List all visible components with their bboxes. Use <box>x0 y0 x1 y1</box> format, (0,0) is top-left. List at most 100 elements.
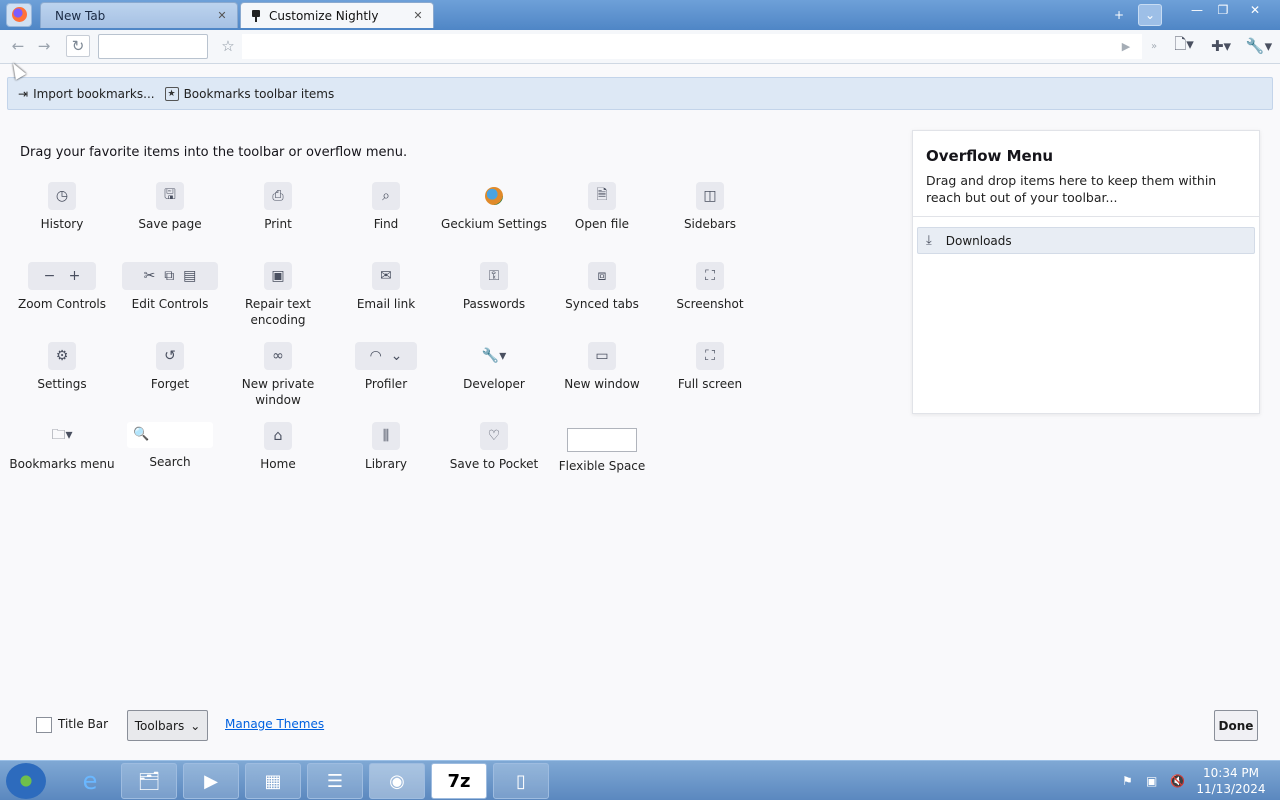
palette-item-open-file[interactable]: 🗎 Open file <box>548 182 656 232</box>
import-bookmarks-button[interactable]: ⇥ Import bookmarks... <box>18 87 155 101</box>
manage-themes-link[interactable]: Manage Themes <box>225 717 324 731</box>
app-icon[interactable]: ▯ <box>493 763 549 799</box>
go-button[interactable]: ▶ <box>1114 35 1138 57</box>
volume-muted-icon[interactable]: 🔇 <box>1170 774 1185 788</box>
palette-item-new-window[interactable]: ▭ New window <box>548 342 656 392</box>
back-button[interactable]: ← <box>6 35 30 57</box>
palette-item-save-to-pocket[interactable]: ♡ Save to Pocket <box>440 422 548 472</box>
internet-explorer-icon[interactable]: e <box>62 763 118 799</box>
restore-button[interactable]: ❐ <box>1210 0 1236 20</box>
item-label: Full screen <box>677 377 743 391</box>
network-icon[interactable]: ▣ <box>1146 774 1157 788</box>
search-input[interactable] <box>98 34 208 59</box>
item-label: Print <box>264 217 292 231</box>
toolbars-label: Toolbars <box>134 718 185 733</box>
media-player-icon[interactable]: ▶ <box>183 763 239 799</box>
item-label: Email link <box>356 297 416 311</box>
palette-item-find[interactable]: ⌕ Find <box>332 182 440 232</box>
palette-item-home[interactable]: ⌂ Home <box>224 422 332 472</box>
page-menu-button[interactable]: 🗋▾ <box>1170 35 1198 57</box>
new-tab-button[interactable]: + <box>1108 4 1130 26</box>
home-icon: ⌂ <box>264 422 292 450</box>
forward-arrow-icon: → <box>37 37 51 55</box>
palette-item-geckium-settings[interactable]: Geckium Settings <box>440 182 548 232</box>
star-icon: ☆ <box>221 37 235 55</box>
item-label: Repair text encoding <box>245 297 311 327</box>
palette-item-screenshot[interactable]: ⛶ Screenshot <box>656 262 764 312</box>
palette-item-print[interactable]: ⎙ Print <box>224 182 332 232</box>
palette-item-synced-tabs[interactable]: ⧈ Synced tabs <box>548 262 656 312</box>
tab-customize-nightly[interactable]: Customize Nightly ✕ <box>240 2 434 28</box>
palette-item-library[interactable]: ⫼ Library <box>332 422 440 472</box>
tab-new-tab[interactable]: New Tab ✕ <box>40 2 238 28</box>
palette-item-profiler[interactable]: ◠ ⌄ Profiler <box>332 342 440 392</box>
zoom-controls-icon: − + <box>28 262 96 290</box>
palette-item-passwords[interactable]: ⚿ Passwords <box>440 262 548 312</box>
system-clock[interactable]: 10:34 PM 11/13/2024 <box>1196 765 1266 797</box>
start-button[interactable] <box>6 763 46 799</box>
item-label: Forget <box>150 377 190 391</box>
minimize-button[interactable]: — <box>1184 0 1210 20</box>
item-label: Screenshot <box>676 297 744 311</box>
fullscreen-icon: ⛶ <box>696 342 724 370</box>
open-file-icon: 🗎 <box>588 182 616 210</box>
close-window-button[interactable]: ✕ <box>1242 0 1268 20</box>
palette-item-repair-text-encoding[interactable]: ▣ Repair text encoding <box>224 262 332 328</box>
bookmark-star-button[interactable]: ☆ <box>216 35 240 57</box>
double-chevron-icon: » <box>1150 40 1158 52</box>
overflow-item-downloads[interactable]: ⤓ Downloads <box>917 227 1255 254</box>
close-icon: ✕ <box>1249 3 1261 17</box>
title-bar-checkbox[interactable] <box>36 717 52 733</box>
palette-item-settings[interactable]: ⚙ Settings <box>8 342 116 392</box>
item-label: Settings <box>37 377 87 391</box>
edit-controls-icon: ✂ ⧉ ▤ <box>122 262 218 290</box>
list-all-tabs-button[interactable]: ⌄ <box>1138 4 1162 26</box>
palette-item-full-screen[interactable]: ⛶ Full screen <box>656 342 764 392</box>
item-label: Passwords <box>462 297 526 311</box>
play-icon: ▶ <box>1121 39 1131 53</box>
palette-item-bookmarks-menu[interactable]: 🗀▾ Bookmarks menu <box>8 422 116 472</box>
7zip-icon[interactable]: 7z <box>431 763 487 799</box>
palette-item-edit-controls[interactable]: ✂ ⧉ ▤ Edit Controls <box>116 262 224 312</box>
toolbars-dropdown[interactable]: Toolbars ⌄ <box>127 710 208 741</box>
reload-button[interactable]: ↻ <box>66 35 90 57</box>
extensions-button[interactable]: ✚▾ <box>1206 35 1236 57</box>
palette-item-email-link[interactable]: ✉ Email link <box>332 262 440 312</box>
item-label: Save to Pocket <box>449 457 539 471</box>
forget-icon: ↺ <box>156 342 184 370</box>
palette-item-forget[interactable]: ↺ Forget <box>116 342 224 392</box>
close-icon[interactable]: ✕ <box>411 9 425 22</box>
url-bar[interactable] <box>242 34 1142 59</box>
customize-favicon-icon <box>252 9 260 22</box>
palette-item-zoom-controls[interactable]: − + Zoom Controls <box>8 262 116 312</box>
file-explorer-icon[interactable]: 🗂 <box>121 763 177 799</box>
firefox-menu-button[interactable] <box>6 3 32 27</box>
item-label: Geckium Settings <box>441 217 547 231</box>
overflow-chevron-button[interactable]: » <box>1142 35 1166 57</box>
palette-item-developer[interactable]: 🔧▾ Developer <box>440 342 548 392</box>
item-label: Flexible Space <box>558 459 646 473</box>
palette-item-save-page[interactable]: 🖫 Save page <box>116 182 224 232</box>
item-label: Downloads <box>945 233 1012 248</box>
control-panel-icon[interactable]: ▦ <box>245 763 301 799</box>
title-bar-label: Title Bar <box>58 717 109 731</box>
wrench-icon: 🔧▾ <box>1245 37 1273 55</box>
app-menu-button[interactable]: 🔧▾ <box>1244 35 1274 57</box>
flag-icon[interactable]: ⚑ <box>1122 774 1133 788</box>
palette-item-new-private-window[interactable]: ∞ New private window <box>224 342 332 408</box>
bookmarks-toolbar-items[interactable]: ★ Bookmarks toolbar items <box>164 86 334 101</box>
item-label: Sidebars <box>683 217 737 231</box>
palette-item-flexible-space[interactable]: Flexible Space <box>548 428 656 474</box>
item-label: Save page <box>138 217 202 231</box>
palette-item-search[interactable]: 🔍 Search <box>116 422 224 470</box>
task-list-icon[interactable]: ☰ <box>307 763 363 799</box>
item-label: Open file <box>574 217 630 231</box>
item-label: Zoom Controls <box>17 297 107 311</box>
close-icon[interactable]: ✕ <box>215 9 229 22</box>
palette-item-history[interactable]: ◷ History <box>8 182 116 232</box>
firefox-nightly-icon[interactable]: ◉ <box>369 763 425 799</box>
done-button[interactable]: Done <box>1214 710 1258 741</box>
forward-button[interactable]: → <box>32 35 56 57</box>
text-encoding-icon: ▣ <box>264 262 292 290</box>
palette-item-sidebars[interactable]: ◫ Sidebars <box>656 182 764 232</box>
